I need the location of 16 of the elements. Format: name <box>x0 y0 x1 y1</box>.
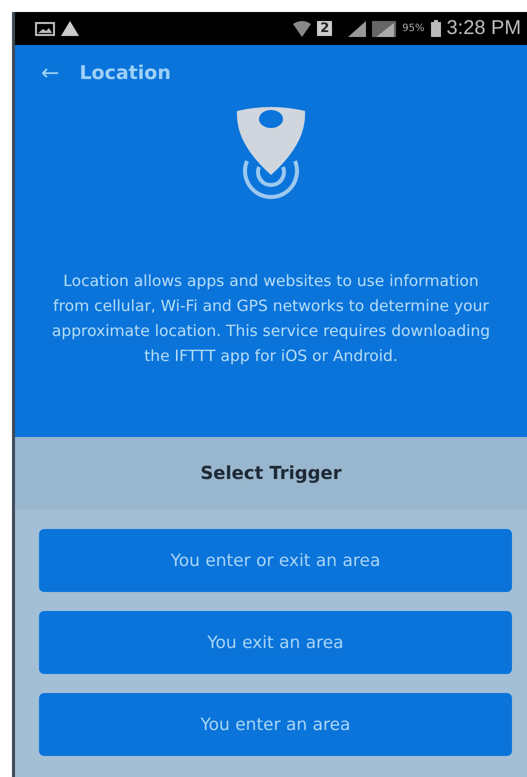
screen-title: Location <box>79 62 171 84</box>
clock: 3:28 PM <box>446 17 521 40</box>
trigger-button[interactable]: You enter or exit an area <box>39 529 512 592</box>
signal-icon <box>348 20 366 36</box>
back-button[interactable]: ← <box>41 60 60 86</box>
signal-icon <box>372 20 396 36</box>
battery-icon <box>430 20 441 37</box>
trigger-button[interactable]: You enter an area <box>39 693 512 756</box>
description-text: Location allows apps and websites to use information from cellular, Wi-Fi and GPS networks to determine your approximate location. This service requires downloading the IFTTT app for iOS or Android. <box>50 271 492 367</box>
wifi-icon <box>293 20 312 36</box>
battery-percent: 95% <box>402 23 425 34</box>
sim-badge: 2 <box>317 21 332 36</box>
trigger-button[interactable]: You exit an area <box>39 611 512 674</box>
picture-icon <box>35 22 55 36</box>
warning-icon <box>61 21 79 36</box>
section-heading: Select Trigger <box>200 462 342 484</box>
